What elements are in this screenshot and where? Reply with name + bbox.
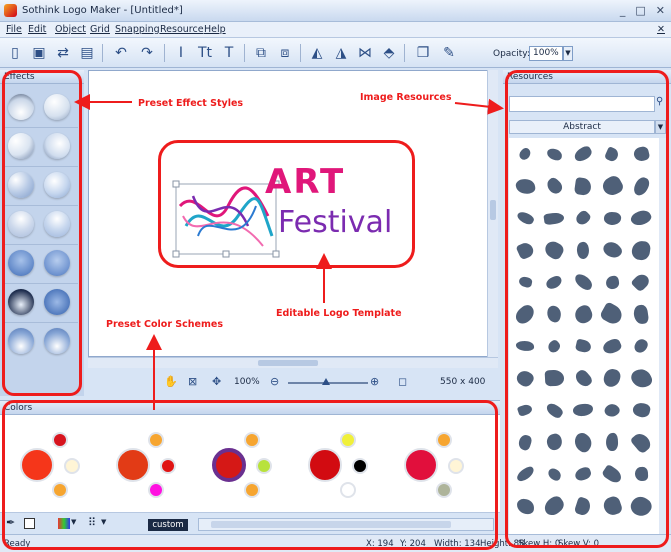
menu-bar: File Edit Object Grid Snapping Resource …: [0, 22, 671, 38]
resources-highlight: [505, 70, 669, 548]
canvas-size: 550 x 400: [440, 377, 486, 387]
window-title: Sothink Logo Maker - [Untitled*]: [22, 5, 183, 16]
align-left-icon[interactable]: ◭: [308, 44, 326, 62]
annotation-resources: Image Resources: [360, 92, 452, 103]
annotation-colors: Preset Color Schemes: [106, 319, 223, 330]
text-tool-icon[interactable]: Tt: [196, 44, 214, 62]
text-effect-icon[interactable]: T: [220, 44, 238, 62]
undo-icon[interactable]: ↶: [112, 44, 130, 62]
flip-horizontal-icon[interactable]: ⋈: [356, 44, 374, 62]
close-button[interactable]: ✕: [656, 4, 665, 17]
menu-snapping[interactable]: Snapping: [115, 24, 160, 35]
menu-help[interactable]: Help: [204, 24, 226, 35]
new-file-icon[interactable]: ▯: [6, 44, 24, 62]
fit-selection-icon[interactable]: ⊠: [188, 375, 197, 388]
text-box-icon[interactable]: Ⅰ: [172, 44, 190, 62]
toolbar: ▯ ▣ ⇄ ▤ ↶ ↷ Ⅰ Tt T ⧉ ⧈ ◭ ◮ ⋈ ⬘ ❐ ✎ Opaci…: [0, 38, 671, 68]
colors-highlight: [2, 400, 498, 550]
opacity-input[interactable]: 100%: [529, 46, 563, 61]
flip-vertical-icon[interactable]: ⬘: [380, 44, 398, 62]
canvas-vertical-scrollbar[interactable]: [487, 70, 498, 357]
maximize-button[interactable]: □: [635, 4, 645, 17]
opacity-dropdown-icon[interactable]: ▼: [563, 46, 573, 61]
print-icon[interactable]: ▤: [78, 44, 96, 62]
hand-tool-icon[interactable]: ✋: [164, 375, 178, 388]
menu-object[interactable]: Object: [55, 24, 86, 35]
zoom-out-icon[interactable]: ⊖: [270, 375, 279, 388]
annotation-effects: Preset Effect Styles: [138, 98, 244, 109]
zoom-in-icon[interactable]: ⊕: [370, 375, 379, 388]
align-center-icon[interactable]: ◮: [332, 44, 350, 62]
zoom-percent: 100%: [234, 377, 260, 387]
copy-icon[interactable]: ❐: [414, 44, 432, 62]
canvas-horizontal-scrollbar[interactable]: [88, 357, 498, 368]
app-window: Sothink Logo Maker - [Untitled*] _ □ ✕ F…: [0, 0, 671, 552]
app-logo-icon: [4, 4, 17, 17]
menu-file[interactable]: File: [6, 24, 22, 35]
effects-highlight: [2, 70, 82, 396]
doc-close-icon[interactable]: ✕: [657, 24, 665, 35]
menu-grid[interactable]: Grid: [90, 24, 110, 35]
zoom-bar: ✋ ⊠ ✥ 100% ⊖ ⊕ ◻ 550 x 400: [88, 370, 498, 394]
menu-resource[interactable]: Resource: [160, 24, 204, 35]
zoom-slider-thumb[interactable]: [322, 378, 330, 385]
save-icon[interactable]: ▣: [30, 44, 48, 62]
layer-up-icon[interactable]: ⧉: [252, 44, 270, 62]
export-icon[interactable]: ⇄: [54, 44, 72, 62]
opacity-label: Opacity:: [493, 49, 530, 59]
menu-edit[interactable]: Edit: [28, 24, 46, 35]
paint-bucket-icon[interactable]: ✎: [440, 44, 458, 62]
annotation-template: Editable Logo Template: [276, 308, 402, 319]
canvas-background-icon[interactable]: ◻: [398, 375, 407, 388]
minimize-button[interactable]: _: [620, 4, 626, 17]
redo-icon[interactable]: ↷: [138, 44, 156, 62]
layer-down-icon[interactable]: ⧈: [276, 44, 294, 62]
template-highlight: [158, 140, 415, 268]
title-bar: Sothink Logo Maker - [Untitled*] _ □ ✕: [0, 0, 671, 22]
fit-page-icon[interactable]: ✥: [212, 375, 221, 388]
